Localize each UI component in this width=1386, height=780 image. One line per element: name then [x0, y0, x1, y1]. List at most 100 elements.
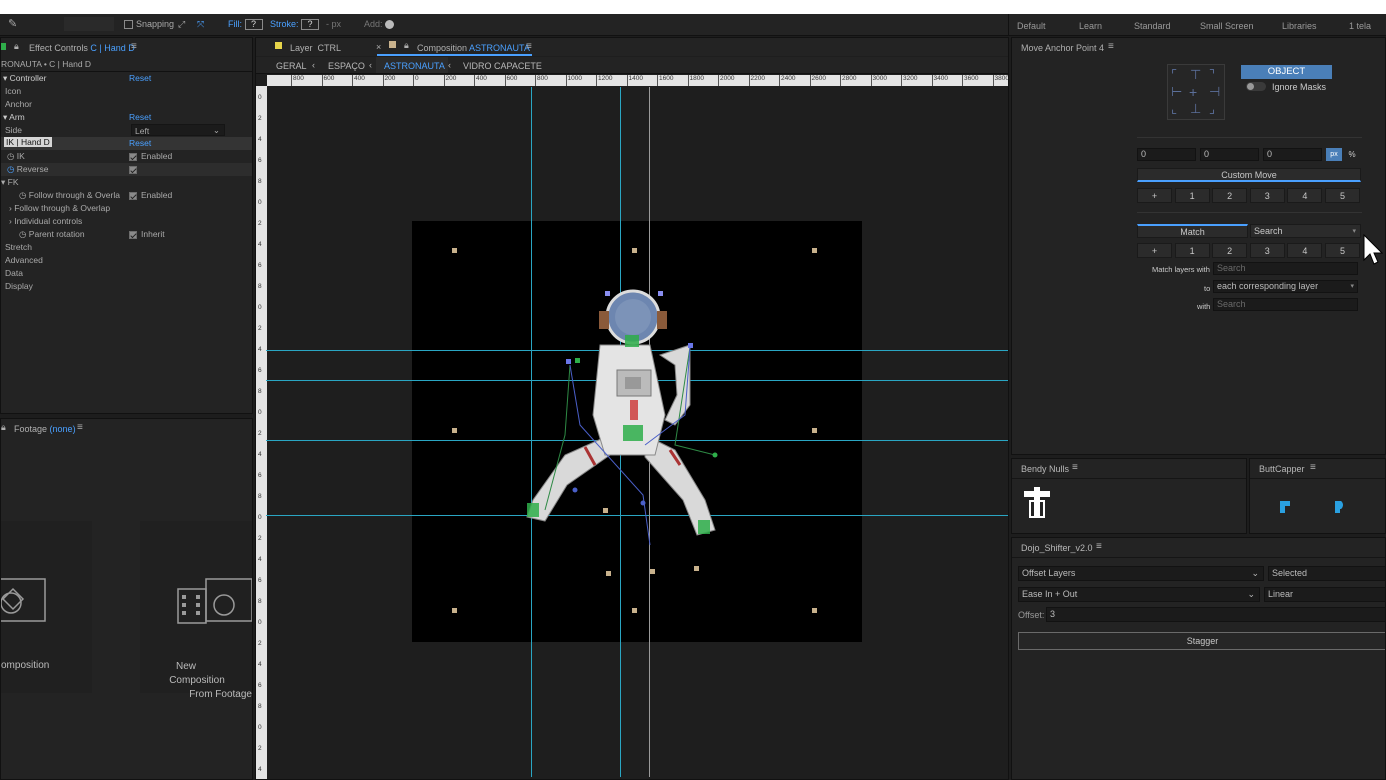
unit-px-button[interactable]: px [1326, 148, 1342, 161]
match-preset-1-button[interactable]: 1 [1174, 243, 1210, 258]
workspace-standard[interactable]: Standard [1134, 21, 1171, 31]
lock-icon[interactable]: 🔒︎ [1, 422, 6, 433]
custom-move-preset-5-button[interactable]: 5 [1325, 188, 1360, 203]
effect-row-ik-hand-d[interactable]: IK | Hand D Reset [1, 137, 252, 150]
effect-row-individual-controls[interactable]: › Individual controls [1, 215, 252, 228]
new-composition-card[interactable]: omposition [1, 521, 92, 693]
bendy-nulls-icon[interactable] [1021, 487, 1053, 521]
anchor-top-center-icon[interactable]: ⊤ [1190, 67, 1201, 83]
custom-move-preset-add-button[interactable]: + [1137, 188, 1172, 203]
effect-row-arm[interactable]: ▾ Arm Reset [1, 111, 252, 124]
effect-row-anchor[interactable]: Anchor [1, 98, 252, 111]
reverse-checkbox[interactable] [129, 165, 137, 174]
layer-handle[interactable] [452, 428, 457, 433]
stopwatch-icon[interactable]: ◷ [19, 229, 26, 239]
effect-row-reverse[interactable]: ◷ Reverse [1, 163, 252, 176]
panel-menu-icon[interactable]: ≡ [1310, 462, 1316, 473]
snap-feature-icon[interactable]: ⤧ [197, 19, 204, 30]
effect-row-parent-rotation[interactable]: ◷ Parent rotation Inherit [1, 228, 252, 241]
breadcrumb-astronauta[interactable]: ASTRONAUTA [384, 61, 445, 71]
parent-rotation-checkbox[interactable] [129, 230, 137, 239]
vertical-ruler[interactable]: 0 2 4 6 8 0 2 4 6 8 0 2 4 6 8 0 2 4 6 8 0 2 4 6 8 0 2 4 6 8 0 2 4 [256, 86, 267, 779]
dojo-interp-select[interactable]: Linear [1264, 587, 1385, 602]
snapping-toggle[interactable]: Snapping [124, 19, 174, 30]
layer-handle[interactable] [812, 248, 817, 253]
match-layers-input[interactable]: Search [1213, 262, 1358, 275]
anchor-bottom-center-icon[interactable]: ⊥ [1190, 101, 1201, 117]
anchor-top-right-icon[interactable]: ⌝ [1209, 67, 1215, 83]
effect-row-follow-through-toggle[interactable]: ◷ Follow through & Overla Enabled [1, 189, 252, 202]
match-preset-5-button[interactable]: 5 [1325, 243, 1360, 258]
panel-menu-icon[interactable]: ≡ [77, 422, 83, 433]
workspace-learn[interactable]: Learn [1079, 21, 1102, 31]
layer-handle[interactable] [812, 428, 817, 433]
unit-percent-button[interactable]: % [1344, 148, 1360, 161]
x-value-field[interactable]: 0 [1137, 148, 1196, 161]
effect-row-fk[interactable]: ▾ FK [1, 176, 252, 189]
footage-tab[interactable]: Footage (none) [14, 424, 76, 434]
effect-row-display[interactable]: Display [1, 280, 252, 293]
ik-checkbox[interactable] [129, 152, 137, 161]
workspace-1-tela[interactable]: 1 tela [1349, 21, 1371, 31]
match-tab[interactable]: Match [1137, 224, 1248, 238]
layer-handle[interactable] [632, 608, 637, 613]
close-tab-icon[interactable]: × [376, 42, 381, 52]
layer-handle[interactable] [812, 608, 817, 613]
anchor-bottom-right-icon[interactable]: ⌟ [1209, 101, 1215, 117]
effect-row-data[interactable]: Data [1, 267, 252, 280]
layer-handle[interactable] [452, 608, 457, 613]
effect-row-icon[interactable]: Icon [1, 85, 252, 98]
side-dropdown[interactable]: Left ⌄ [131, 124, 225, 136]
z-value-field[interactable]: 0 [1263, 148, 1322, 161]
effect-row-stretch[interactable]: Stretch [1, 241, 252, 254]
breadcrumb-vidro-capacete[interactable]: VIDRO CAPACETE [463, 61, 542, 71]
effect-controls-tab[interactable]: Effect Controls C | Hand D [29, 43, 135, 53]
dojo-ease-select[interactable]: Ease In + Out ⌄ [1018, 587, 1260, 602]
dojo-mode-select[interactable]: Offset Layers ⌄ [1018, 566, 1264, 581]
effect-row-follow-through-group[interactable]: › Follow through & Overlap [1, 202, 252, 215]
match-preset-4-button[interactable]: 4 [1287, 243, 1323, 258]
layer-handle[interactable] [650, 569, 655, 574]
match-preset-add-button[interactable]: + [1137, 243, 1172, 258]
effect-row-advanced[interactable]: Advanced [1, 254, 252, 267]
fill-control[interactable]: Fill: ? [228, 19, 263, 31]
anchor-center-icon[interactable]: + [1189, 84, 1197, 100]
to-dropdown[interactable]: each corresponding layer ▾ [1213, 280, 1358, 293]
search-tab[interactable]: Search ▾ [1250, 224, 1361, 238]
lock-icon[interactable]: 🔒︎ [14, 41, 19, 52]
with-input[interactable]: Search [1213, 298, 1358, 311]
dojo-target-select[interactable]: Selected [1268, 566, 1385, 581]
custom-move-button[interactable]: Custom Move [1137, 168, 1361, 182]
workspace-libraries[interactable]: Libraries [1282, 21, 1317, 31]
stagger-button[interactable]: Stagger [1018, 632, 1385, 650]
layer-handle[interactable] [452, 248, 457, 253]
pin-tool-icon[interactable]: ✎ [8, 17, 17, 30]
stopwatch-icon[interactable]: ◷ [7, 151, 14, 161]
ignore-masks-toggle[interactable] [1246, 82, 1266, 91]
effect-row-ik[interactable]: ◷ IK Enabled [1, 150, 252, 163]
round-cap-icon[interactable] [1333, 499, 1347, 515]
panel-menu-icon[interactable]: ≡ [526, 41, 532, 52]
butt-cap-icon[interactable] [1278, 499, 1292, 515]
effect-row-controller[interactable]: ▾ Controller Reset [1, 72, 252, 85]
anchor-middle-left-icon[interactable]: ⊢ [1171, 84, 1182, 100]
breadcrumb-geral[interactable]: GERAL [276, 61, 307, 71]
workspace-default[interactable]: Default [1017, 21, 1046, 31]
stroke-control[interactable]: Stroke: ? [270, 19, 320, 31]
offset-input[interactable]: 3 [1046, 607, 1385, 622]
astronaut-rig-illustration[interactable] [505, 285, 735, 550]
panel-menu-icon[interactable]: ≡ [1096, 541, 1102, 552]
panel-menu-icon[interactable]: ≡ [131, 41, 137, 52]
horizontal-ruler[interactable]: 800 600 400 200 0 200 400 600 800 1000 1200 1400 160… [267, 75, 1008, 86]
add-control[interactable]: Add: [364, 19, 395, 30]
layer-tab[interactable]: Layer CTRL [290, 43, 341, 53]
lock-icon[interactable]: 🔒︎ [404, 40, 409, 51]
custom-move-preset-1-button[interactable]: 1 [1174, 188, 1210, 203]
stopwatch-icon[interactable]: ◷ [19, 190, 26, 200]
y-value-field[interactable]: 0 [1200, 148, 1259, 161]
stopwatch-active-icon[interactable]: ◷ [7, 164, 14, 174]
panel-menu-icon[interactable]: ≡ [1108, 41, 1114, 52]
layer-handle[interactable] [632, 248, 637, 253]
snap-edge-icon[interactable]: ⤢ [178, 19, 185, 30]
breadcrumb-espaco[interactable]: ESPAÇO [328, 61, 365, 71]
